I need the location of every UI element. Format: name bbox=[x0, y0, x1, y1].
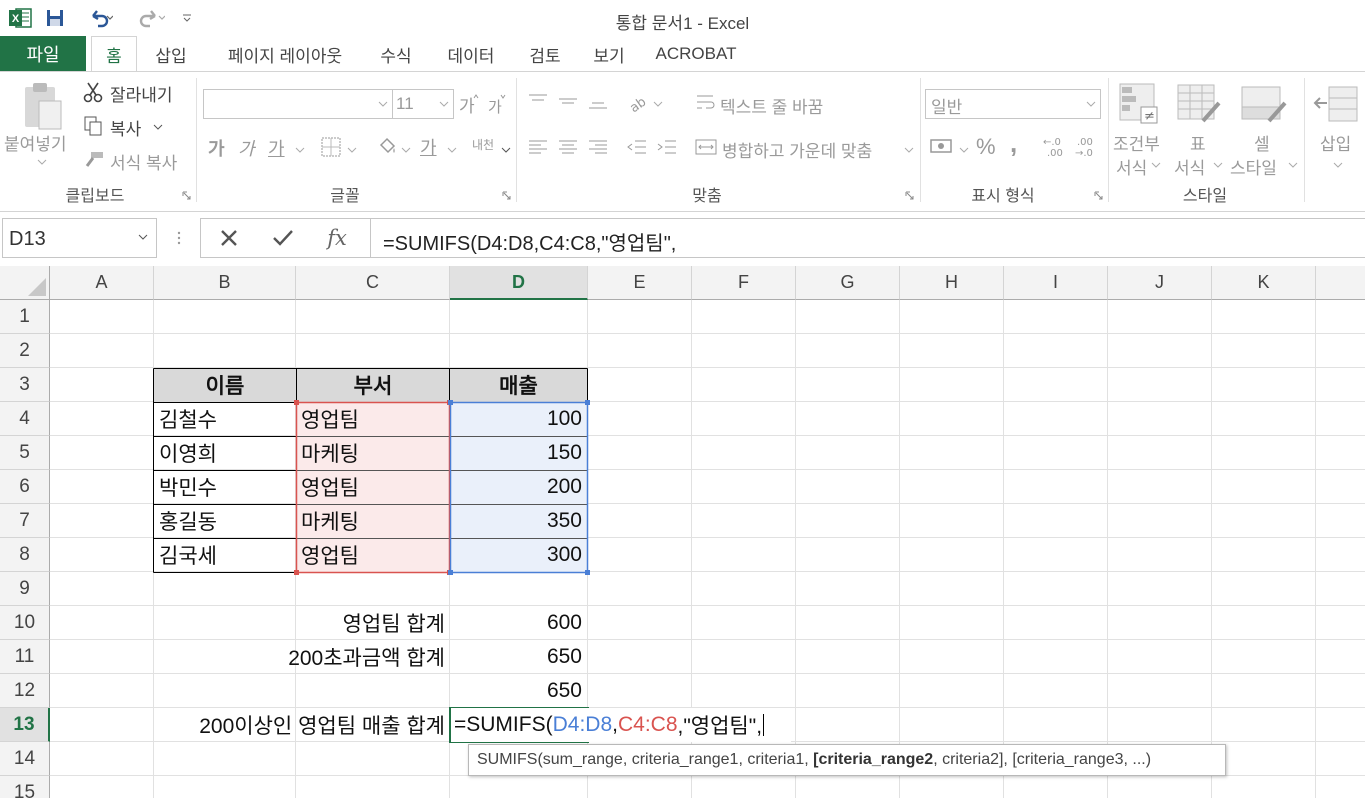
summary-value-row-12[interactable]: 650 bbox=[450, 674, 587, 708]
function-tooltip: SUMIFS(sum_range, criteria_range1, crite… bbox=[468, 744, 1226, 776]
formula-rest: ,"영업팀", bbox=[677, 715, 763, 738]
formula-ref-criteria-range[interactable]: C4:C8 bbox=[618, 713, 678, 737]
formula-prefix: =SUMIFS( bbox=[454, 713, 553, 736]
summary-label-200-sales-team[interactable]: 200이상인 영업팀 매출 합계 bbox=[100, 708, 450, 742]
summary-value-sales-team[interactable]: 600 bbox=[450, 606, 587, 640]
tooltip-current-arg[interactable]: [criteria_range2 bbox=[813, 751, 933, 768]
table-borders bbox=[153, 368, 590, 575]
text-cursor bbox=[763, 714, 765, 736]
formula-ref-sum-range[interactable]: D4:D8 bbox=[553, 713, 613, 737]
summary-label-over-200[interactable]: 200초과금액 합계 bbox=[154, 640, 450, 674]
tooltip-pre[interactable]: SUMIFS(sum_range, criteria_range1, crite… bbox=[477, 751, 813, 768]
summary-label-sales-team[interactable]: 영업팀 합계 bbox=[154, 606, 450, 640]
summary-value-over-200[interactable]: 650 bbox=[450, 640, 587, 674]
tooltip-post[interactable]: , criteria2], [criteria_range3, ...) bbox=[933, 751, 1151, 768]
active-cell-editor[interactable]: =SUMIFS(D4:D8, C4:C8 ,"영업팀", bbox=[451, 708, 791, 742]
